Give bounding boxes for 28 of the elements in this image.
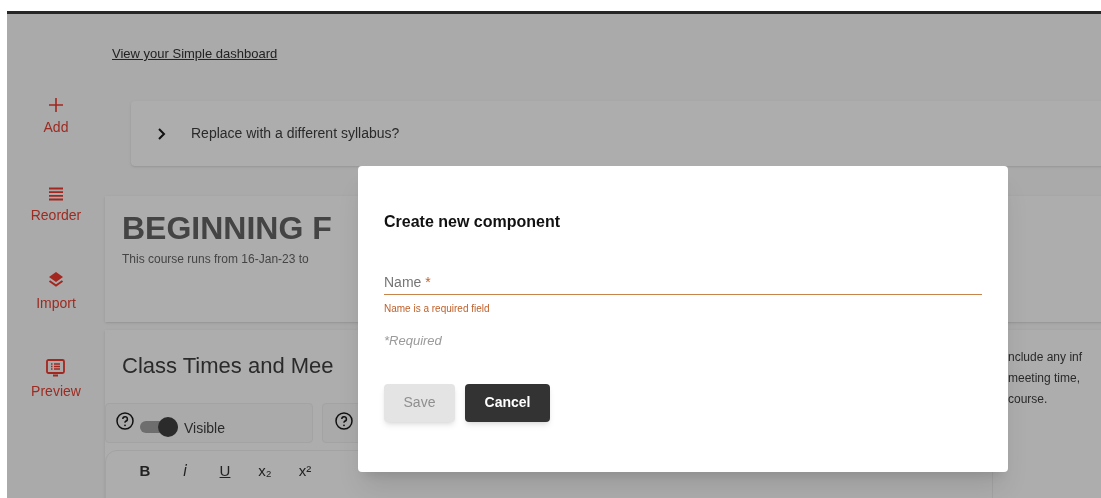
course-dates: This course runs from 16-Jan-23 to [122,251,309,268]
description-text: course. [1008,391,1049,408]
plus-icon [48,97,64,113]
help-icon[interactable] [116,412,134,430]
toolbar-button[interactable]: x₂ [252,459,278,483]
accordion-card[interactable]: Replace with a different syllabus? [131,101,1101,166]
menu-icon [48,187,64,201]
toolbar-button[interactable]: x² [292,459,318,483]
visibility-toggle[interactable] [140,417,178,437]
dialog-title: Create new component [384,212,561,232]
toolbar-button[interactable]: U [212,459,238,483]
visibility-label: Visible [184,419,225,438]
name-field[interactable]: Name * [384,272,982,295]
accordion-label: Replace with a different syllabus? [191,124,400,143]
dashboard-link[interactable]: View your Simple dashboard [112,44,278,64]
toolbar-button[interactable]: B [132,459,158,483]
error-message: Name is a required field [384,302,490,316]
layers-icon [47,271,65,289]
help-icon[interactable] [335,412,353,430]
description-text: meeting time, [1008,370,1082,387]
required-mark: * [425,273,431,292]
monitor-icon [46,359,66,377]
cancel-button[interactable]: Cancel [465,383,550,422]
course-title: BEGINNING F [122,209,332,248]
description-text: nclude any inf [1008,349,1083,366]
required-note: *Required [384,332,442,350]
toolbar-button[interactable]: i [172,459,198,483]
section-title: Class Times and Mee [122,352,334,380]
